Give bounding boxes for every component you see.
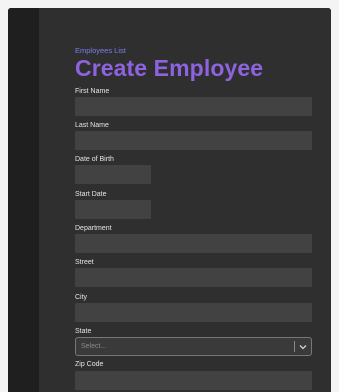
street-label: Street [75, 259, 94, 266]
sidebar [8, 8, 39, 392]
chevron-down-icon[interactable] [295, 338, 311, 355]
main-content: Employees List Create Employee First Nam… [39, 8, 331, 392]
page-frame: Employees List Create Employee First Nam… [0, 0, 339, 392]
department-label: Department [75, 225, 112, 232]
date-of-birth-field[interactable] [75, 165, 151, 184]
zip-code-label: Zip Code [75, 361, 104, 368]
last-name-field[interactable] [75, 131, 312, 150]
city-field[interactable] [75, 303, 312, 322]
page-title: Create Employee [75, 55, 264, 81]
breadcrumb-employees-list[interactable]: Employees List [75, 46, 126, 55]
first-name-field[interactable] [75, 97, 312, 116]
date-of-birth-label: Date of Birth [75, 156, 114, 163]
start-date-label: Start Date [75, 191, 107, 198]
state-select-placeholder: Select... [81, 343, 107, 350]
first-name-label: First Name [75, 88, 110, 95]
city-label: City [75, 294, 88, 301]
department-field[interactable] [75, 234, 312, 253]
start-date-field[interactable] [75, 200, 151, 219]
app-window: Employees List Create Employee First Nam… [8, 8, 331, 392]
last-name-label: Last Name [75, 122, 109, 129]
zip-code-field[interactable] [75, 371, 312, 390]
state-select[interactable]: Select... [75, 337, 312, 356]
state-label: State [75, 328, 92, 335]
street-field[interactable] [75, 268, 312, 287]
